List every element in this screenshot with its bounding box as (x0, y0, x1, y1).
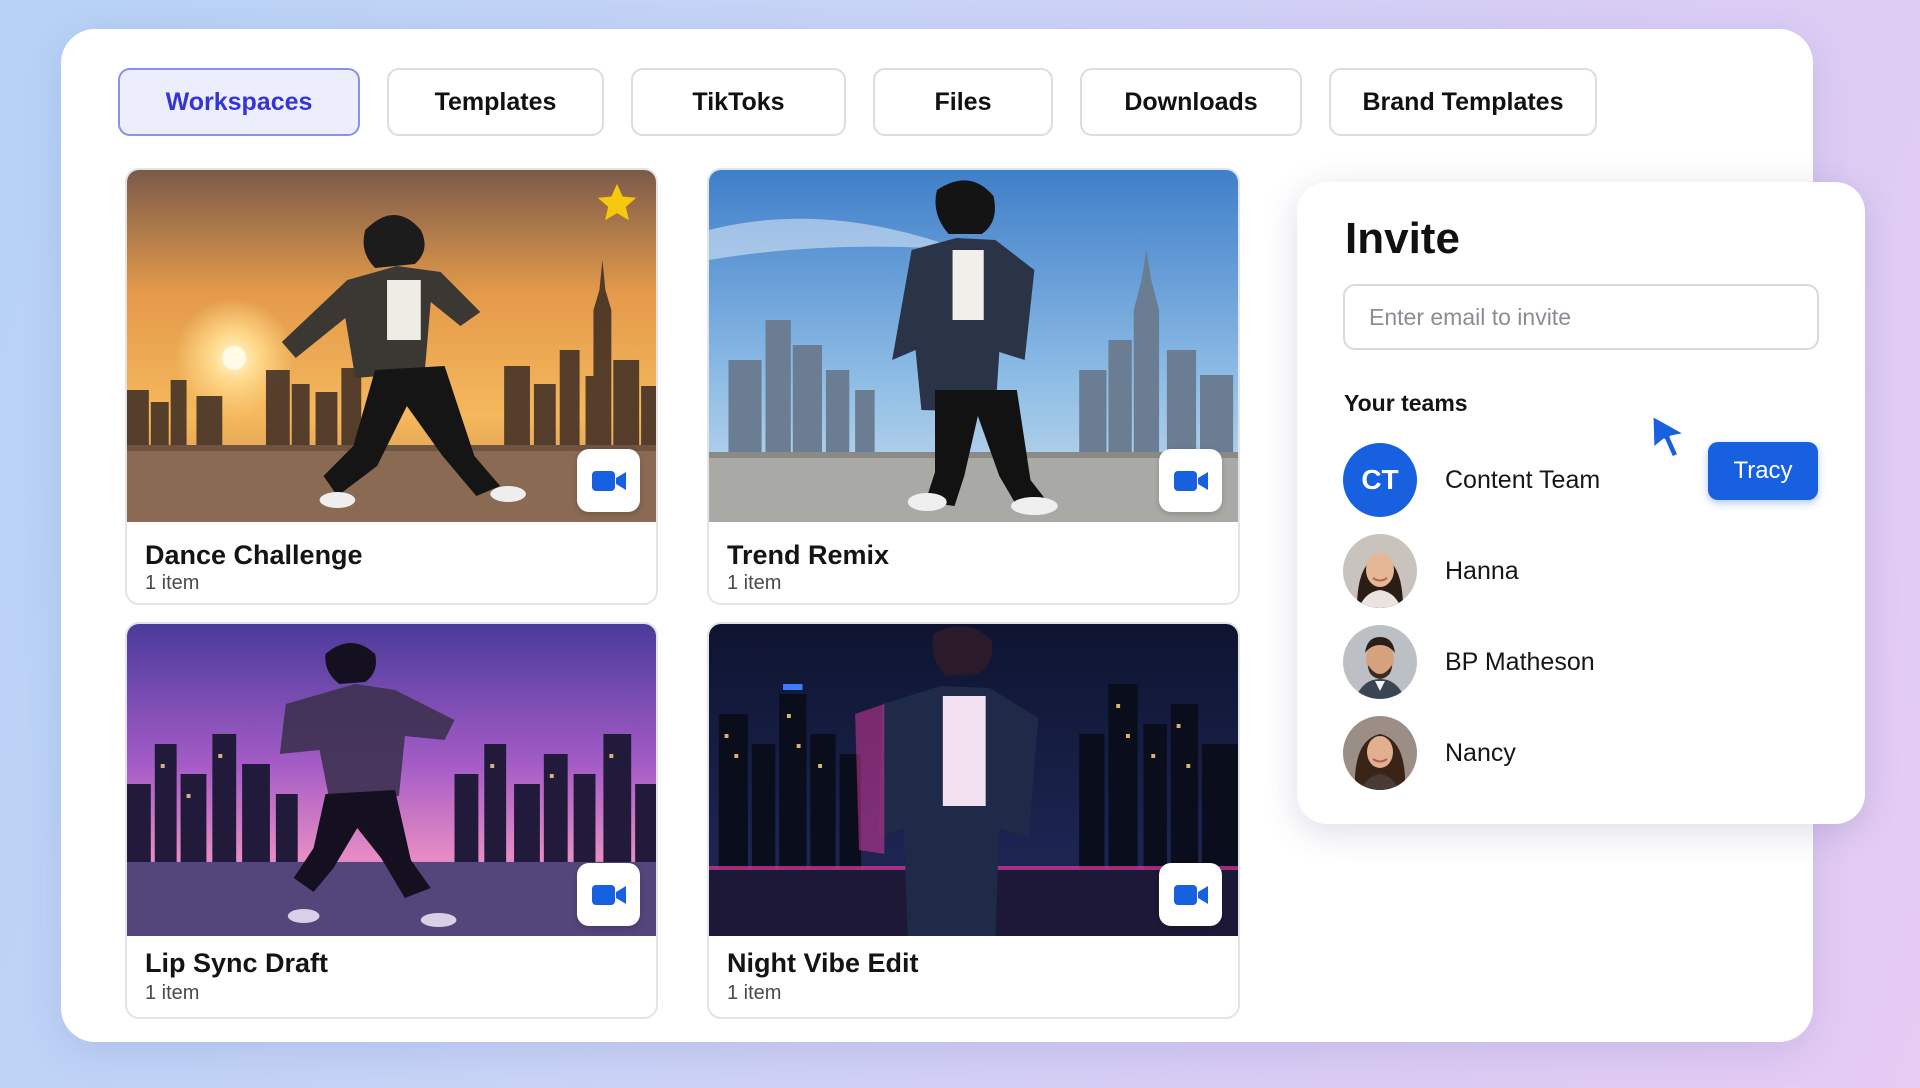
member-name: Content Team (1445, 465, 1601, 494)
member-name: BP Matheson (1445, 647, 1595, 676)
card-thumbnail (709, 624, 1238, 936)
invite-email-input[interactable] (1343, 284, 1819, 350)
member-item-bp-matheson[interactable]: BP Matheson (1343, 625, 1595, 699)
invite-panel: Invite Your teams CT Content Team Hanna (1297, 182, 1865, 824)
video-camera-button[interactable] (577, 863, 640, 926)
tab-bar: Workspaces Templates TikToks Files Downl… (118, 68, 1597, 136)
avatar (1343, 716, 1417, 790)
workspace-card-night-vibe-edit[interactable]: Night Vibe Edit 1 item (707, 622, 1240, 1019)
tab-workspaces[interactable]: Workspaces (118, 68, 360, 136)
card-thumbnail (127, 170, 656, 522)
card-item-count: 1 item (145, 982, 200, 1004)
video-camera-icon (1173, 884, 1208, 905)
mouse-cursor-icon (1650, 413, 1688, 460)
card-title: Trend Remix (727, 540, 890, 570)
member-name: Hanna (1445, 556, 1519, 585)
card-title: Lip Sync Draft (145, 948, 329, 978)
member-name: Nancy (1445, 738, 1516, 767)
card-title: Dance Challenge (145, 540, 363, 570)
video-camera-button[interactable] (577, 449, 640, 512)
tab-tiktoks[interactable]: TikToks (631, 68, 846, 136)
video-camera-button[interactable] (1159, 449, 1222, 512)
avatar (1343, 625, 1417, 699)
card-item-count: 1 item (145, 572, 200, 594)
card-item-count: 1 item (727, 982, 782, 1004)
member-item-nancy[interactable]: Nancy (1343, 716, 1516, 790)
video-camera-button[interactable] (1159, 863, 1222, 926)
workspace-card-trend-remix[interactable]: Trend Remix 1 item (707, 168, 1240, 605)
video-camera-icon (591, 470, 626, 491)
workspace-card-dance-challenge[interactable]: Dance Challenge 1 item (125, 168, 658, 605)
tab-files[interactable]: Files (873, 68, 1053, 136)
card-item-count: 1 item (727, 572, 782, 594)
video-camera-icon (591, 884, 626, 905)
tracy-button[interactable]: Tracy (1708, 442, 1818, 500)
card-title: Night Vibe Edit (727, 948, 919, 978)
team-avatar: CT (1343, 443, 1417, 517)
tab-downloads[interactable]: Downloads (1080, 68, 1302, 136)
tab-templates[interactable]: Templates (387, 68, 604, 136)
invite-title: Invite (1345, 214, 1460, 263)
tab-brand-templates[interactable]: Brand Templates (1329, 68, 1597, 136)
card-thumbnail (709, 170, 1238, 522)
video-camera-icon (1173, 470, 1208, 491)
your-teams-label: Your teams (1344, 390, 1468, 416)
card-thumbnail (127, 624, 656, 936)
member-item-hanna[interactable]: Hanna (1343, 534, 1519, 608)
workspace-card-lip-sync-draft[interactable]: Lip Sync Draft 1 item (125, 622, 658, 1019)
team-item-content-team[interactable]: CT Content Team (1343, 443, 1600, 517)
avatar (1343, 534, 1417, 608)
star-icon[interactable] (594, 180, 640, 226)
